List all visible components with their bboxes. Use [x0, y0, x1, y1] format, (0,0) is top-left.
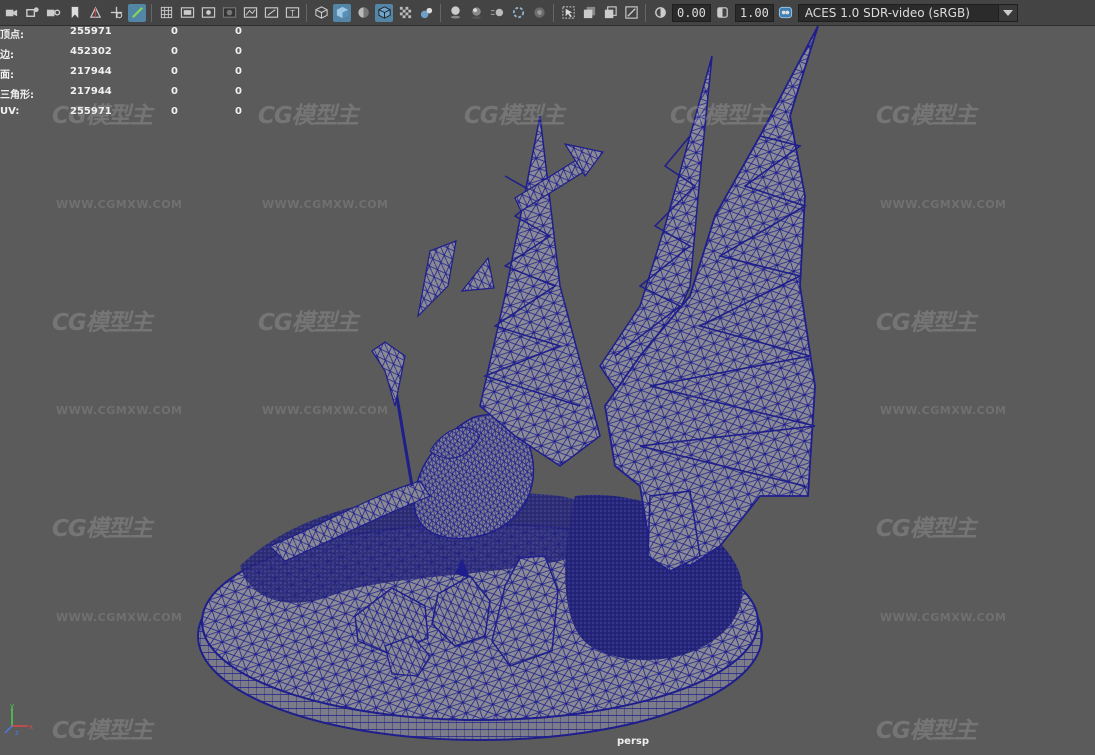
- hud-value: 0: [235, 26, 242, 37]
- hud-row-triangles: 三角形: 217944 0 0: [0, 86, 260, 106]
- panel-toolbar: T 0.00 1.00 ACES 1.0 SDR-video (sRGB): [0, 0, 1095, 26]
- xray-joints-icon[interactable]: [580, 4, 598, 22]
- gamma-field[interactable]: 1.00: [734, 3, 774, 22]
- hud-value: 452302: [70, 46, 112, 57]
- hud-value: 0: [171, 26, 178, 37]
- hud-value: 0: [235, 66, 242, 77]
- hud-row-faces: 面: 217944 0 0: [0, 66, 260, 86]
- safe-title-icon[interactable]: T: [283, 4, 301, 22]
- use-all-lights-icon[interactable]: [417, 4, 435, 22]
- bookmark-icon[interactable]: [44, 4, 62, 22]
- select-camera-icon[interactable]: [2, 4, 20, 22]
- axis-x-label: x: [29, 723, 33, 731]
- hud-value: 217944: [70, 66, 112, 77]
- svg-text:T: T: [289, 9, 295, 18]
- hud-value: 255971: [70, 26, 112, 37]
- 3d-viewport[interactable]: CG模型主 CG模型主 CG模型主 CG模型主 CG模型主 WWW.CGMXW.…: [0, 26, 1095, 755]
- camera-attributes-icon[interactable]: [23, 4, 41, 22]
- bookmark-flag-icon[interactable]: [65, 4, 83, 22]
- resolution-gate-icon[interactable]: [199, 4, 217, 22]
- wireframe-icon[interactable]: [312, 4, 330, 22]
- toolbar-separator: [151, 3, 152, 22]
- wireframe-scene: [197, 26, 819, 741]
- chevron-down-icon[interactable]: [997, 4, 1017, 21]
- hud-value: 0: [171, 66, 178, 77]
- tree-right: [604, 26, 819, 572]
- grease-pencil-icon[interactable]: [128, 3, 146, 22]
- maya-viewport-panel: T 0.00 1.00 ACES 1.0 SDR-video (sRGB) CG…: [0, 0, 1095, 755]
- hud-value: 0: [235, 46, 242, 57]
- wireframe-on-shaded-icon[interactable]: [375, 3, 393, 22]
- hud-label: 边:: [0, 50, 14, 61]
- toolbar-separator: [440, 3, 441, 22]
- hud-value: 255971: [70, 106, 112, 117]
- hud-label: 三角形:: [0, 90, 34, 101]
- smooth-shade-icon[interactable]: [333, 3, 351, 22]
- axis-y-label: y: [10, 702, 14, 710]
- safe-action-icon[interactable]: [262, 4, 280, 22]
- toolbar-separator: [306, 3, 307, 22]
- view-transform-icon[interactable]: [777, 4, 795, 22]
- hud-value: 0: [171, 46, 178, 57]
- exposure-icon[interactable]: [651, 4, 669, 22]
- hud-row-edges: 边: 452302 0 0: [0, 46, 260, 66]
- toolbar-separator: [553, 3, 554, 22]
- screen-space-ao-icon[interactable]: [467, 4, 485, 22]
- film-gate-icon[interactable]: [178, 4, 196, 22]
- shadows-icon[interactable]: [446, 4, 464, 22]
- anti-aliasing-icon[interactable]: [509, 4, 527, 22]
- hud-value: 0: [235, 106, 242, 117]
- hud-row-uvs: UV: 255971 0 0: [0, 106, 260, 126]
- poly-count-hud: 顶点: 255971 0 0 边: 452302 0 0 面: 217944 0…: [0, 26, 260, 126]
- xray-icon[interactable]: [396, 4, 414, 22]
- camera-name-label: persp: [617, 736, 649, 747]
- gate-mask-icon[interactable]: [220, 4, 238, 22]
- color-management-label: ACES 1.0 SDR-video (sRGB): [804, 5, 970, 20]
- hud-value: 0: [235, 86, 242, 97]
- exposure-field[interactable]: 0.00: [672, 3, 711, 22]
- hud-label: 面:: [0, 70, 14, 81]
- hud-value: 0: [171, 86, 178, 97]
- gamma-icon[interactable]: [714, 4, 732, 22]
- depth-of-field-icon[interactable]: [530, 4, 548, 22]
- default-material-icon[interactable]: [354, 4, 372, 22]
- toolbar-separator: [645, 3, 646, 22]
- hud-label: 顶点:: [0, 30, 24, 41]
- hud-value: 0: [171, 106, 178, 117]
- hud-row-vertices: 顶点: 255971 0 0: [0, 26, 260, 46]
- grid-icon[interactable]: [157, 4, 175, 22]
- field-chart-icon[interactable]: [241, 4, 259, 22]
- image-plane-icon[interactable]: [86, 4, 104, 22]
- hud-label: UV:: [0, 106, 20, 117]
- hud-value: 217944: [70, 86, 112, 97]
- xray-active-icon[interactable]: [601, 4, 619, 22]
- axis-z-label: z: [15, 729, 19, 736]
- backface-culling-icon[interactable]: [622, 4, 640, 22]
- color-management-dropdown[interactable]: ACES 1.0 SDR-video (sRGB): [797, 3, 1018, 22]
- motion-blur-icon[interactable]: [488, 4, 506, 22]
- isolate-select-icon[interactable]: [559, 4, 577, 22]
- pan-zoom-icon[interactable]: [107, 4, 125, 22]
- view-axis-icon: y x z: [4, 702, 33, 736]
